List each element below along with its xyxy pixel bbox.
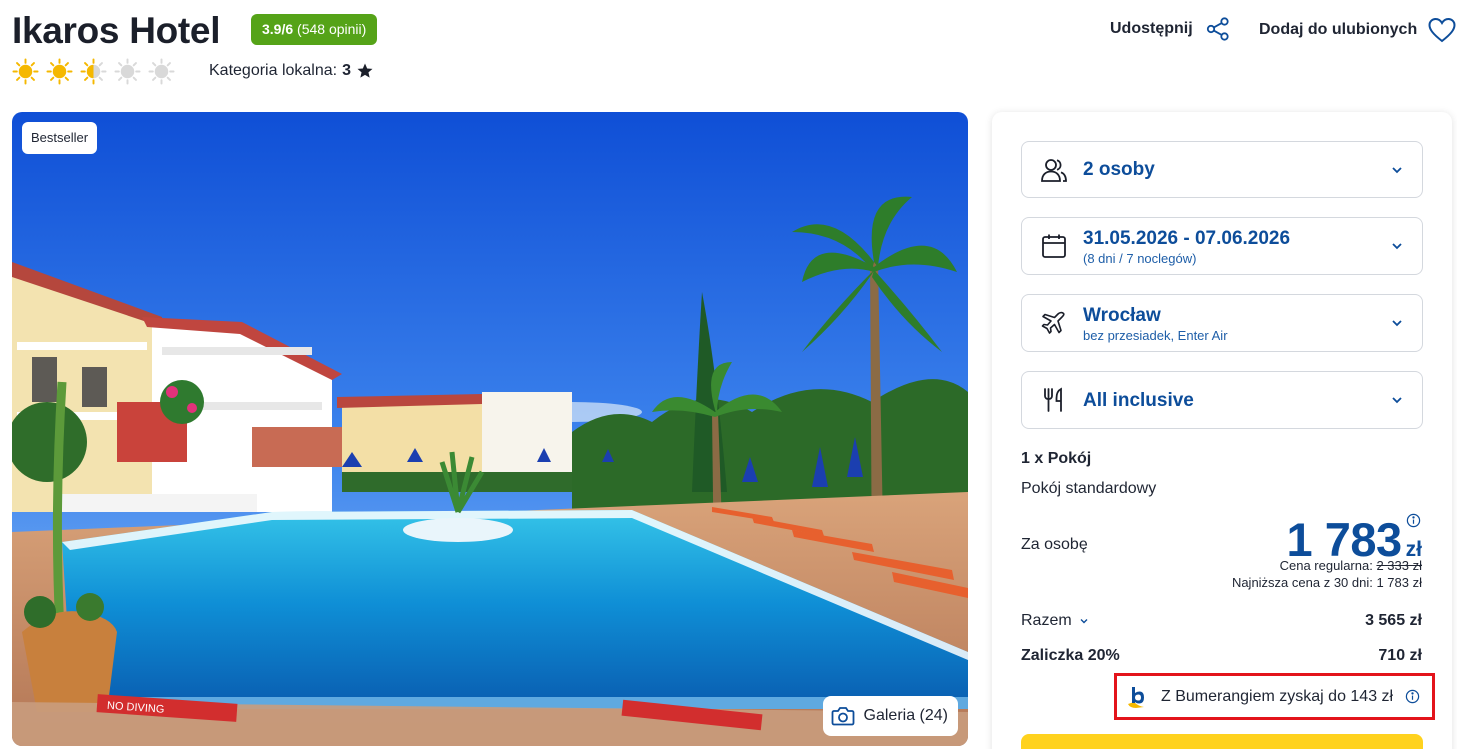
heart-icon	[1428, 17, 1456, 43]
total-value: 3 565 zł	[1365, 612, 1422, 629]
rating-count: (548 opinii)	[297, 21, 367, 37]
hotel-main-photo[interactable]: NO DIVING Bestseller Galeria (24)	[12, 112, 968, 746]
bumerang-cashback[interactable]: Z Bumerangiem zyskaj do 143 zł	[1114, 673, 1435, 720]
regular-price-label: Cena regularna:	[1279, 558, 1373, 573]
lowest-price-30-days: Najniższa cena z 30 dni: 1 783 zł	[1231, 575, 1422, 590]
dates-value: 31.05.2026 - 07.06.2026	[1083, 228, 1291, 249]
regular-price-value: 2 333 zł	[1376, 558, 1422, 573]
gallery-label: Galeria (24)	[863, 707, 948, 724]
bumerang-text: Z Bumerangiem zyskaj do 143 zł	[1161, 687, 1394, 705]
local-category-label: Kategoria lokalna:	[209, 62, 338, 79]
dates-select[interactable]: 31.05.2026 - 07.06.2026 (8 dni / 7 nocle…	[1021, 217, 1423, 275]
chevron-down-icon	[1392, 397, 1402, 404]
per-person-label: Za osobę	[1021, 536, 1088, 553]
bestseller-badge: Bestseller	[22, 122, 98, 154]
travelers-select[interactable]: 2 osoby	[1021, 141, 1423, 198]
sun-empty-icon	[148, 58, 175, 85]
local-category: Kategoria lokalna: 3	[209, 62, 374, 80]
add-to-favorites-button[interactable]: Dodaj do ulubionych	[1259, 16, 1457, 44]
book-button[interactable]	[1021, 734, 1423, 749]
rating-badge[interactable]: 3.9/6 (548 opinii)	[251, 14, 378, 45]
regular-price: Cena regularna: 2 333 zł	[1280, 558, 1422, 573]
calendar-icon	[1042, 234, 1066, 258]
room-count: 1 x Pokój	[1021, 450, 1092, 467]
room-type: Pokój standardowy	[1021, 480, 1157, 497]
share-icon	[1206, 17, 1229, 41]
deposit-label: Zaliczka 20%	[1021, 647, 1120, 664]
flight-details: bez przesiadek, Enter Air	[1083, 328, 1228, 343]
sun-full-icon	[12, 58, 39, 85]
sun-rating	[12, 58, 175, 85]
total-label: Razem	[1021, 612, 1072, 629]
chevron-down-icon	[1392, 166, 1402, 173]
info-icon[interactable]	[1406, 513, 1421, 528]
share-button[interactable]: Udostępnij	[1110, 16, 1231, 42]
sun-empty-icon	[114, 58, 141, 85]
booking-panel: 2 osoby 31.05.2026 - 07.06.2026 (8 dni /…	[992, 112, 1452, 749]
travelers-value: 2 osoby	[1083, 159, 1155, 180]
info-icon[interactable]	[1405, 689, 1420, 704]
deposit-value: 710 zł	[1378, 647, 1422, 664]
rating-score: 3.9/6	[262, 21, 294, 37]
chevron-down-icon	[1392, 320, 1402, 327]
share-label: Udostępnij	[1110, 20, 1193, 37]
hotel-title: Ikaros Hotel	[12, 10, 221, 51]
users-icon	[1041, 158, 1067, 182]
total-toggle[interactable]: Razem	[1021, 612, 1089, 630]
departure-city: Wrocław	[1083, 305, 1161, 326]
gallery-button[interactable]: Galeria (24)	[822, 696, 958, 736]
chevron-down-icon	[1080, 619, 1088, 624]
hotel-pool-image: NO DIVING	[12, 112, 968, 746]
star-icon	[357, 63, 373, 78]
camera-icon	[831, 707, 854, 726]
favorites-label: Dodaj do ulubionych	[1259, 21, 1418, 38]
fork-knife-icon	[1044, 387, 1062, 412]
board-select[interactable]: All inclusive	[1021, 371, 1423, 429]
board-value: All inclusive	[1083, 390, 1194, 411]
airplane-icon	[1041, 311, 1065, 334]
bumerang-logo-icon	[1128, 686, 1144, 708]
sun-full-icon	[46, 58, 73, 85]
flight-select[interactable]: Wrocław bez przesiadek, Enter Air	[1021, 294, 1423, 352]
chevron-down-icon	[1392, 243, 1402, 250]
sun-half-icon	[80, 58, 107, 85]
local-category-value: 3	[342, 62, 351, 79]
dates-duration: (8 dni / 7 noclegów)	[1083, 251, 1197, 266]
